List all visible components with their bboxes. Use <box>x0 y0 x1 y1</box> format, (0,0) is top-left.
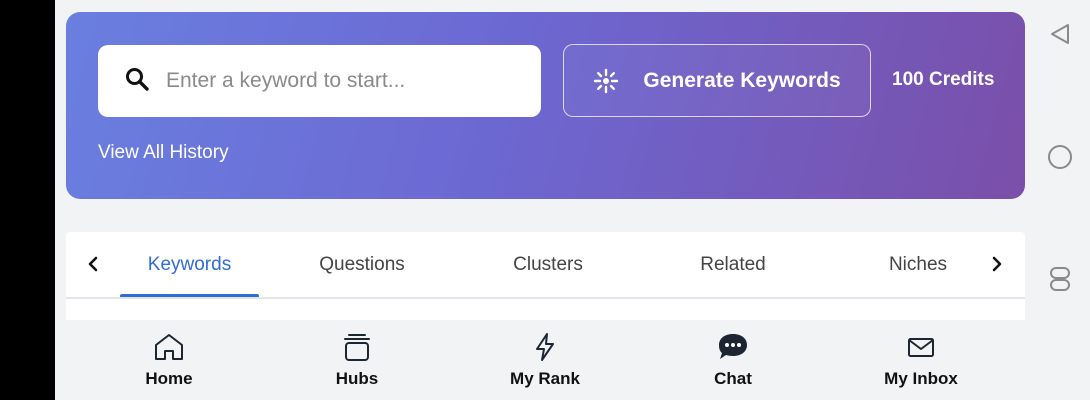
nav-hubs-label: Hubs <box>335 369 379 388</box>
chevron-right-icon[interactable] <box>985 252 1009 276</box>
system-navigation-bar <box>1030 0 1090 400</box>
tab-questions-label: Questions <box>319 254 405 275</box>
nav-chat-label: Chat <box>714 369 752 388</box>
tab-niches[interactable]: Niches <box>874 232 962 298</box>
generate-keywords-button[interactable]: Generate Keywords <box>563 44 871 117</box>
tab-clusters[interactable]: Clusters <box>493 232 603 298</box>
sparkle-icon <box>593 68 619 94</box>
search-box[interactable] <box>98 45 541 117</box>
view-all-history-link[interactable]: View All History <box>98 142 229 164</box>
recents-icon[interactable] <box>1049 266 1071 297</box>
tab-keywords[interactable]: Keywords <box>120 232 259 298</box>
nav-home[interactable]: Home <box>109 320 229 400</box>
tab-niches-label: Niches <box>888 254 948 275</box>
results-tabs-card: Keywords Questions Clusters Related Nich… <box>66 232 1025 322</box>
tab-bar: Keywords Questions Clusters Related Nich… <box>66 232 1025 298</box>
tab-divider <box>66 297 1025 299</box>
left-screen-edge <box>0 0 55 400</box>
search-icon <box>124 66 150 97</box>
nav-my-rank-label: My Rank <box>510 369 580 388</box>
keyword-search-panel: Generate Keywords 100 Credits View All H… <box>66 12 1025 199</box>
credits-count: 100 Credits <box>892 69 995 90</box>
tab-clusters-label: Clusters <box>513 254 583 275</box>
search-input[interactable] <box>166 69 541 93</box>
tab-questions[interactable]: Questions <box>300 232 424 298</box>
home-circle-icon[interactable] <box>1047 144 1073 175</box>
tab-related-label: Related <box>700 254 766 275</box>
back-icon[interactable] <box>1049 22 1071 51</box>
chat-icon <box>716 331 750 363</box>
generate-keywords-label: Generate Keywords <box>643 68 841 92</box>
bottom-navigation: Home Hubs My Rank Chat My Inbox <box>55 320 1030 400</box>
nav-hubs[interactable]: Hubs <box>297 320 417 400</box>
mail-icon <box>906 331 936 363</box>
lightning-icon <box>532 331 558 363</box>
nav-my-inbox[interactable]: My Inbox <box>861 320 981 400</box>
nav-my-inbox-label: My Inbox <box>884 369 958 388</box>
tab-keywords-label: Keywords <box>147 254 232 275</box>
tab-related[interactable]: Related <box>682 232 784 298</box>
home-icon <box>153 331 185 363</box>
hubs-icon <box>341 331 373 363</box>
chevron-left-icon[interactable] <box>81 252 105 276</box>
nav-home-label: Home <box>145 369 193 388</box>
nav-my-rank[interactable]: My Rank <box>485 320 605 400</box>
nav-chat[interactable]: Chat <box>673 320 793 400</box>
